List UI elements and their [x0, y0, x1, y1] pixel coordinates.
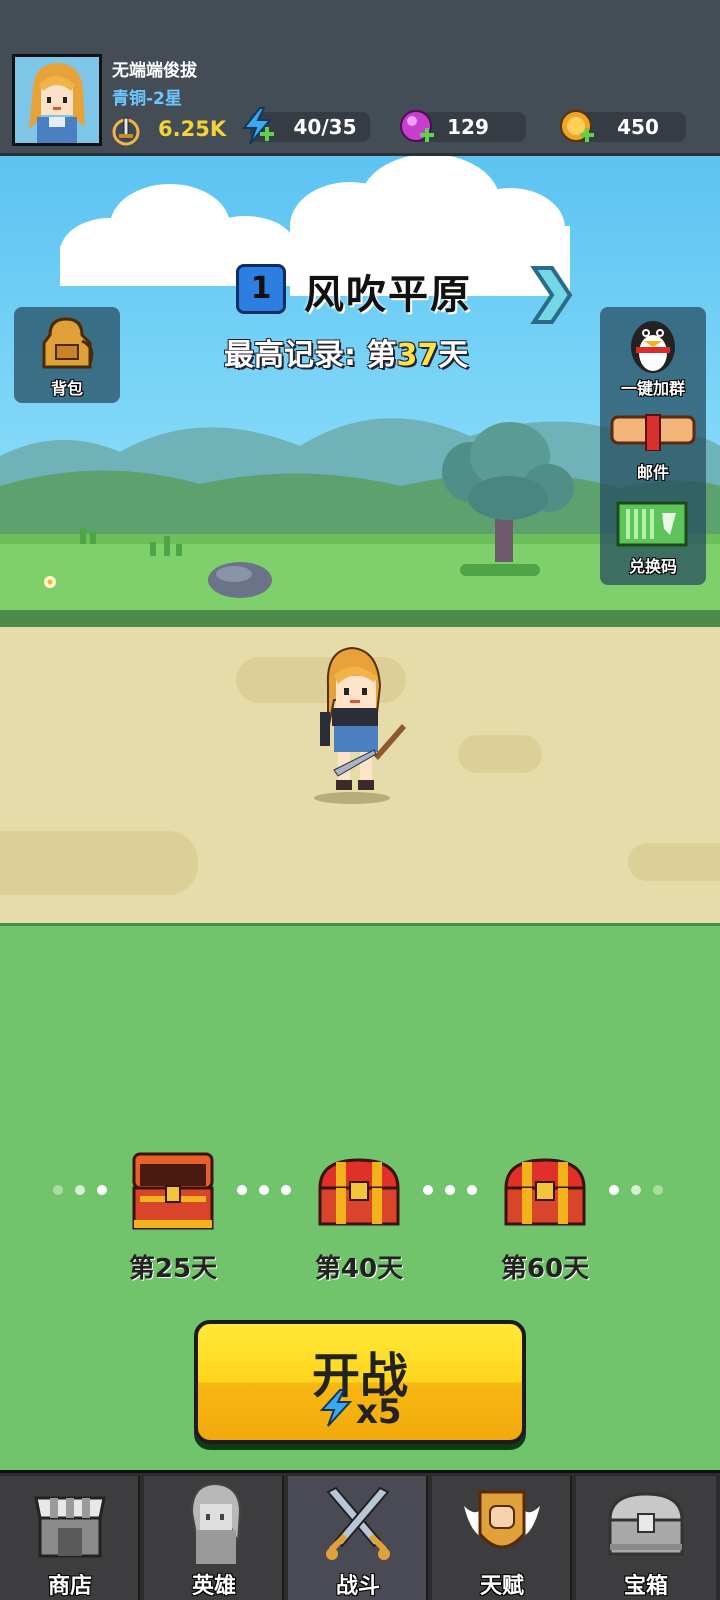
hero-portrait-icon: [15, 57, 99, 143]
backpack-label: 背包: [50, 379, 83, 398]
nav-label: 英雄: [191, 1574, 236, 1599]
nav-tab-chest[interactable]: 宝箱: [576, 1476, 716, 1600]
nav-tab-talent[interactable]: 天赋: [432, 1476, 572, 1600]
nav-label: 商店: [47, 1574, 92, 1599]
talent-fist-icon: [464, 1490, 540, 1549]
chest-day-label: 第40天: [314, 1254, 404, 1284]
hero-icon: [190, 1482, 242, 1564]
backpack-button[interactable]: 背包: [14, 307, 120, 403]
nav-label: 宝箱: [623, 1574, 668, 1599]
path-patch: [628, 843, 720, 881]
energy-plus-icon[interactable]: [238, 106, 278, 146]
redeem-code-label: 兑换码: [628, 557, 677, 576]
shop-icon: [34, 1496, 106, 1558]
stage-number-badge: 1: [236, 264, 286, 314]
bottom-nav: 商店 英雄 战斗 天赋 宝箱: [0, 1470, 720, 1600]
nav-label: 战斗: [335, 1574, 380, 1599]
best-record: 最高记录: 第37天: [224, 330, 468, 374]
closed-chest-icon[interactable]: [502, 1156, 588, 1228]
chest-day-label: 第60天: [500, 1254, 590, 1284]
coin-plus-icon[interactable]: [558, 106, 598, 146]
gem-plus-icon[interactable]: [398, 106, 438, 146]
nav-tab-heroes[interactable]: 英雄: [144, 1476, 284, 1600]
closed-chest-icon[interactable]: [316, 1156, 402, 1228]
energy-icon: [319, 1389, 353, 1427]
player-avatar[interactable]: [12, 54, 102, 146]
nav-label: 天赋: [479, 1574, 524, 1599]
combat-power-icon: [112, 117, 140, 146]
redeem-code-button[interactable]: 兑换码: [600, 495, 706, 585]
path-patch: [0, 831, 198, 895]
join-group-button[interactable]: 一键加群: [600, 307, 706, 399]
best-record-suffix: 天: [438, 338, 469, 373]
join-group-label: 一键加群: [620, 379, 685, 398]
combat-power-value: 6.25K: [158, 117, 227, 141]
start-battle-cost: x5: [356, 1392, 402, 1432]
progress-dots: [423, 1185, 477, 1195]
nav-tab-battle[interactable]: 战斗: [288, 1476, 428, 1600]
player-name: 无端端俊拔: [112, 61, 197, 81]
redeem-ticket-icon: [616, 501, 688, 547]
nav-tab-shop[interactable]: 商店: [0, 1476, 140, 1600]
mail-scroll-icon: [610, 414, 696, 451]
swords-icon: [326, 1486, 390, 1560]
path-patch: [458, 735, 542, 773]
coin-value: 450: [617, 115, 659, 139]
player-rank: 青铜-2星: [112, 89, 182, 109]
treasure-chest-icon: [608, 1492, 684, 1556]
stage-name: 风吹平原: [304, 272, 472, 318]
opened-chest-icon[interactable]: [130, 1150, 216, 1234]
mail-label: 邮件: [636, 463, 669, 482]
mail-button[interactable]: 邮件: [600, 403, 706, 491]
best-record-prefix: 最高记录: 第: [224, 338, 397, 373]
right-side-menu: 一键加群 邮件 兑换码: [600, 307, 706, 585]
gem-value: 129: [447, 115, 489, 139]
backpack-icon: [42, 317, 94, 369]
next-stage-arrow-icon[interactable]: [530, 264, 574, 326]
chest-day-label: 第25天: [128, 1254, 218, 1284]
progress-dots: [609, 1185, 663, 1195]
best-record-day: 37: [396, 338, 439, 373]
hero-character: [314, 646, 406, 804]
penguin-icon: [631, 321, 675, 373]
progress-dots: [53, 1185, 107, 1195]
progress-dots: [237, 1185, 291, 1195]
top-bar: 无端端俊拔 青铜-2星 6.25K 40/35 129 450: [0, 0, 720, 156]
start-battle-button[interactable]: 开战 x5: [194, 1320, 526, 1444]
